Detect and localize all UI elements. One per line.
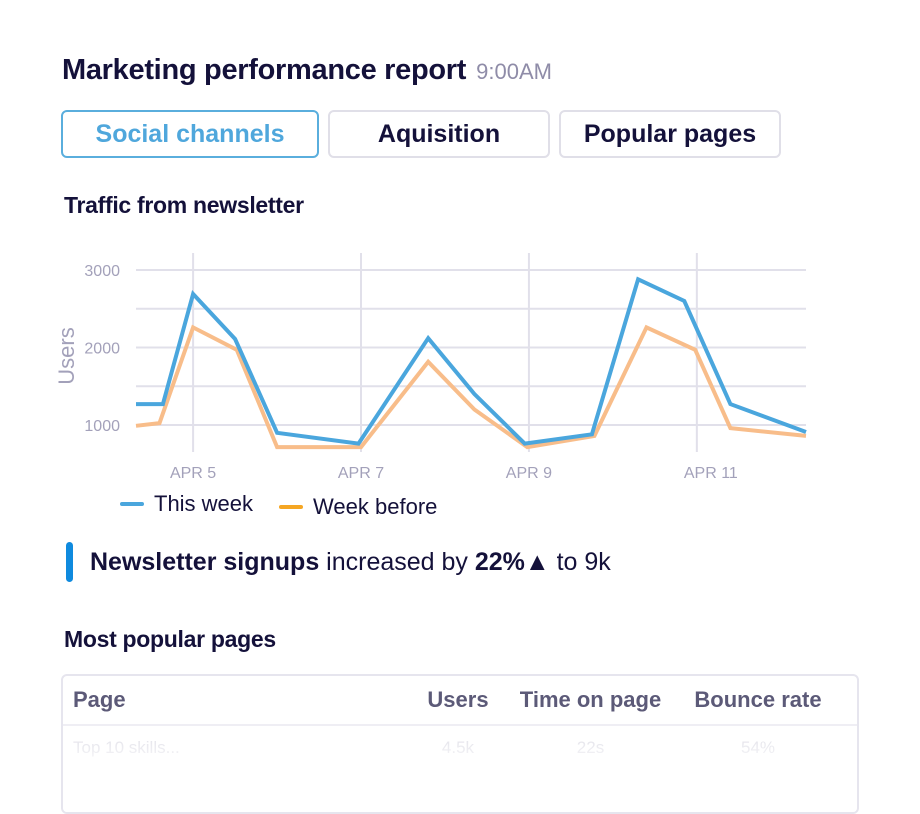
- popular-pages-table: Page Users Time on page Bounce rate Top …: [61, 674, 859, 814]
- column-header-bounce[interactable]: Bounce rate: [673, 687, 843, 713]
- x-tick-label: APR 7: [338, 465, 384, 482]
- callout-accent-bar: [66, 542, 73, 582]
- legend-swatch-week-before: [279, 505, 304, 509]
- series-line-this-week: [136, 276, 807, 446]
- callout-change: 22%▲: [474, 547, 550, 576]
- traffic-chart: 1000 2000 3000 APR 5 APR 7 APR 9 APR 11 Users: [54, 253, 807, 482]
- callout-metric: Newsletter signups: [90, 547, 320, 576]
- table-header: Page Users Time on page Bounce rate: [63, 676, 857, 726]
- callout-tail: to 9k: [549, 547, 611, 576]
- column-header-time[interactable]: Time on page: [508, 687, 673, 713]
- y-axis-label: Users: [54, 327, 79, 384]
- y-tick-label: 1000: [84, 418, 120, 435]
- chart-legend: This week Week before: [120, 488, 437, 520]
- table-fade-overlay: [63, 726, 857, 812]
- x-tick-label: APR 11: [684, 465, 738, 482]
- column-header-users[interactable]: Users: [408, 687, 508, 713]
- pages-title: Most popular pages: [64, 626, 276, 652]
- x-tick-label: APR 9: [506, 465, 552, 482]
- y-tick-label: 2000: [84, 341, 120, 358]
- legend-item-week-before: Week before: [279, 494, 437, 520]
- column-header-page[interactable]: Page: [63, 687, 408, 713]
- legend-item-this-week: This week: [120, 488, 253, 520]
- x-tick-label: APR 5: [170, 465, 216, 482]
- signup-callout: Newsletter signups increased by 22%▲ to …: [66, 542, 611, 582]
- legend-label: This week: [154, 491, 254, 516]
- callout-text: increased by: [319, 547, 475, 576]
- legend-swatch-this-week: [120, 502, 144, 506]
- y-tick-label: 3000: [84, 263, 120, 280]
- legend-label: Week before: [313, 494, 438, 519]
